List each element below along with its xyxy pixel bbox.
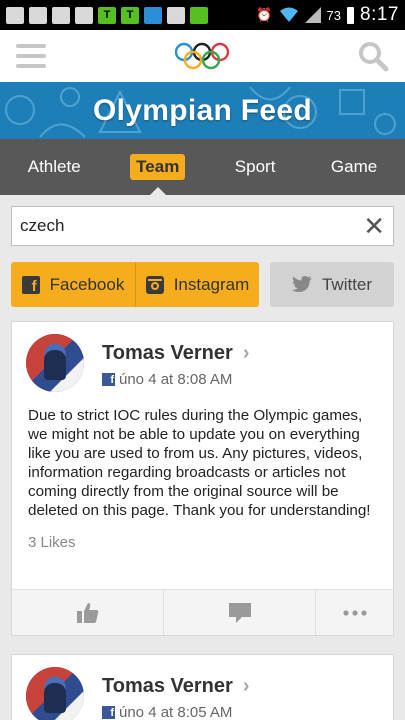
twitter-icon <box>291 276 312 292</box>
active-tab-indicator <box>148 187 167 196</box>
battery-level: 73 <box>326 7 342 23</box>
battery-icon <box>347 6 355 24</box>
feed-title: Olympian Feed <box>93 93 312 127</box>
like-button[interactable] <box>12 590 163 635</box>
tab-game[interactable]: Game <box>325 154 383 180</box>
t-app-icon: T <box>121 6 139 24</box>
thumbs-up-icon <box>76 602 98 623</box>
tab-sport[interactable]: Sport <box>229 154 282 180</box>
post-text: Due to strict IOC rules during the Olymp… <box>28 407 371 519</box>
clock: 8:17 <box>360 4 399 25</box>
search-box: ✕ <box>11 206 394 246</box>
instagram-icon <box>145 275 164 294</box>
instagram-label: Instagram <box>173 274 250 294</box>
facebook-icon: f <box>21 275 40 294</box>
post-timestamp: úno 4 at 8:08 AM <box>119 371 233 388</box>
author-avatar[interactable] <box>26 334 84 392</box>
social-filter: f Facebook Instagram Twitter <box>11 262 394 307</box>
more-options-button[interactable] <box>315 590 393 635</box>
tab-team-label: Team <box>136 157 180 176</box>
lock-icon <box>52 6 70 24</box>
cloud-icon <box>144 6 162 24</box>
signal-icon <box>304 7 321 23</box>
post-card: Tomas Verner › f úno 4 at 8:08 AM Due to… <box>11 321 394 636</box>
olympic-rings-logo <box>172 41 232 71</box>
chevron-right-icon: › <box>242 342 250 364</box>
tab-athlete[interactable]: Athlete <box>22 154 87 180</box>
post-timestamp: úno 4 at 8:05 AM <box>119 704 233 720</box>
image-icon <box>29 6 47 24</box>
notification-icons: T T <box>6 6 208 24</box>
facebook-source-icon: f <box>102 373 115 386</box>
twitter-button[interactable]: Twitter <box>270 262 394 307</box>
author-link[interactable]: Tomas Verner › <box>102 342 249 365</box>
comment-button[interactable] <box>163 590 315 635</box>
wifi-icon <box>279 7 298 22</box>
tab-team[interactable]: Team <box>130 154 186 196</box>
likes-count: 3 Likes <box>28 534 76 551</box>
comment-icon <box>228 602 251 623</box>
mail-icon <box>6 6 24 24</box>
instagram-button[interactable]: Instagram <box>135 262 259 307</box>
app-bar <box>0 30 405 82</box>
post-card: Tomas Verner › f úno 4 at 8:05 AM <box>11 654 394 720</box>
author-name: Tomas Verner <box>102 675 233 697</box>
search-icon[interactable] <box>357 40 389 72</box>
menu-icon[interactable] <box>16 44 46 68</box>
facebook-button[interactable]: f Facebook <box>11 262 135 307</box>
author-link[interactable]: Tomas Verner › <box>102 675 249 698</box>
feed-banner: Olympian Feed <box>0 82 405 139</box>
alarm-icon: ⏰ <box>256 7 273 22</box>
facebook-label: Facebook <box>49 274 125 294</box>
category-tabs: Athlete Team Sport Game <box>0 139 405 196</box>
clear-icon[interactable]: ✕ <box>363 213 385 239</box>
twitter-label: Twitter <box>321 274 373 294</box>
facebook-source-icon: f <box>102 706 115 719</box>
chevron-right-icon: › <box>242 675 250 697</box>
leaf-icon <box>190 6 208 24</box>
search-input[interactable] <box>20 216 364 236</box>
android-icon <box>167 6 185 24</box>
lock-icon <box>75 6 93 24</box>
author-name: Tomas Verner <box>102 342 233 364</box>
author-avatar[interactable] <box>26 667 84 720</box>
post-actions <box>12 589 393 635</box>
t-app-icon: T <box>98 6 116 24</box>
more-dots-icon <box>342 609 367 616</box>
status-bar: T T ⏰ 73 8:17 <box>0 0 405 30</box>
